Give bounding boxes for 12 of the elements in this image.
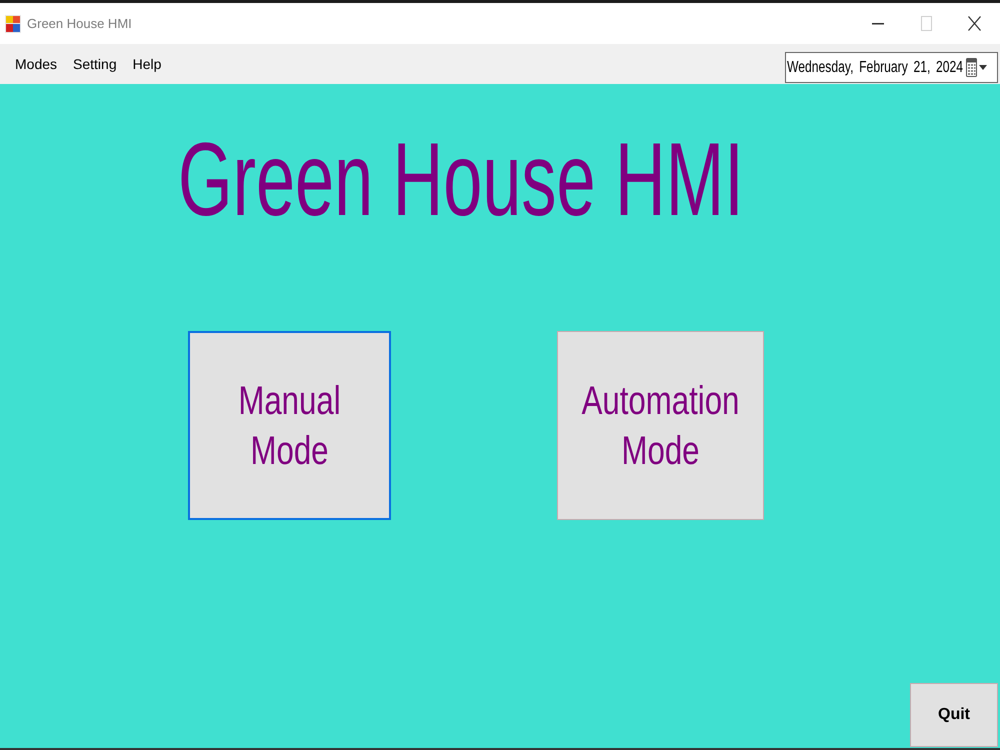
quit-button[interactable]: Quit [910, 683, 998, 747]
window-title: Green House HMI [27, 14, 132, 33]
date-picker[interactable]: Wednesday, February 21, 2024 [785, 52, 998, 83]
mode-button[interactable]: Manual Mode [188, 331, 391, 520]
tiles-icon [5, 14, 21, 32]
menu-item[interactable]: Modes [7, 52, 66, 76]
menu-item[interactable]: Setting [65, 52, 125, 76]
caret-down-icon[interactable] [979, 65, 987, 70]
menu-item[interactable]: Help [124, 52, 170, 76]
calendar-icon[interactable] [966, 58, 977, 77]
heading: Green House HMI [178, 128, 744, 232]
mode-button[interactable]: Automation Mode [557, 331, 764, 520]
